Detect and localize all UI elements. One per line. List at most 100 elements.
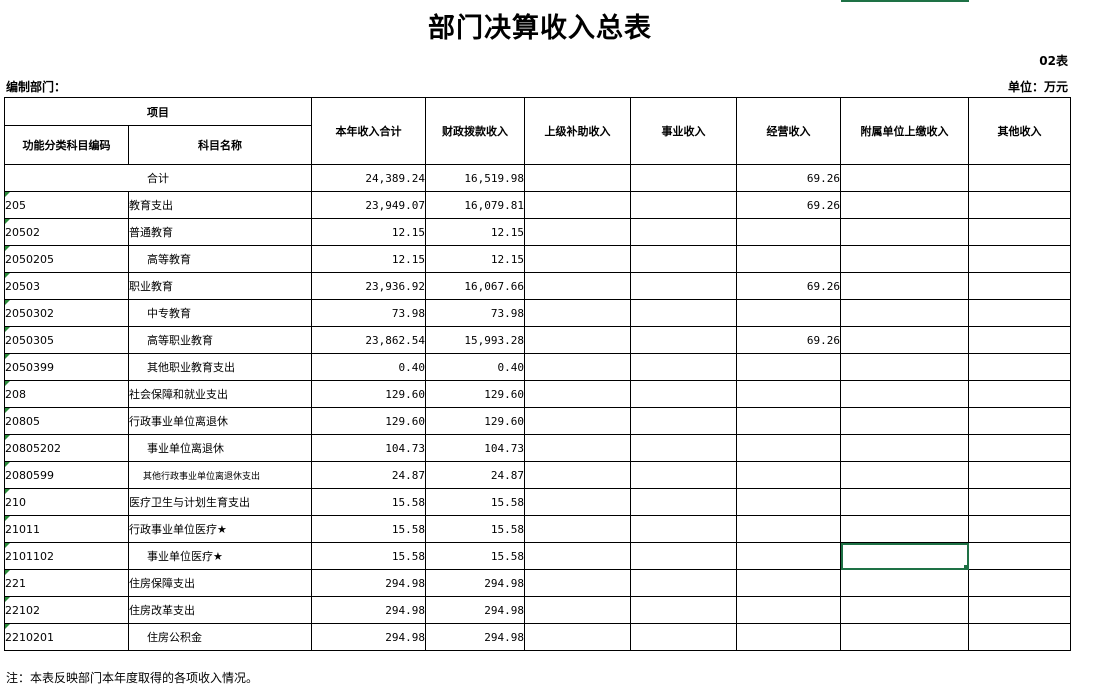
fiscal-cell[interactable]: 73.98 (425, 299, 525, 327)
operating-cell[interactable]: 69.26 (736, 191, 841, 219)
code-cell[interactable]: 20805 (4, 407, 129, 435)
name-cell[interactable]: 高等教育 (128, 245, 312, 273)
fiscal-cell[interactable]: 15,993.28 (425, 326, 525, 354)
fiscal-cell[interactable]: 15.58 (425, 542, 525, 570)
total-cell[interactable]: 23,949.07 (311, 191, 426, 219)
upper-cell[interactable] (524, 191, 631, 219)
operating-cell[interactable] (736, 218, 841, 246)
other-cell[interactable] (968, 434, 1071, 462)
upper-cell[interactable] (524, 245, 631, 273)
career-cell[interactable] (630, 407, 737, 435)
name-cell[interactable]: 其他职业教育支出 (128, 353, 312, 381)
total-cell[interactable]: 294.98 (311, 623, 426, 651)
name-cell[interactable]: 住房公积金 (128, 623, 312, 651)
affiliated-cell[interactable] (840, 353, 969, 381)
operating-cell[interactable] (736, 542, 841, 570)
upper-cell[interactable] (524, 164, 631, 192)
name-cell[interactable]: 中专教育 (128, 299, 312, 327)
career-cell[interactable] (630, 569, 737, 597)
other-cell[interactable] (968, 353, 1071, 381)
code-cell[interactable]: 20805202 (4, 434, 129, 462)
affiliated-cell[interactable] (840, 380, 969, 408)
total-cell[interactable]: 24.87 (311, 461, 426, 489)
career-cell[interactable] (630, 596, 737, 624)
career-cell[interactable] (630, 191, 737, 219)
fiscal-cell[interactable]: 24.87 (425, 461, 525, 489)
other-cell[interactable] (968, 380, 1071, 408)
upper-cell[interactable] (524, 272, 631, 300)
operating-cell[interactable] (736, 245, 841, 273)
operating-cell[interactable] (736, 299, 841, 327)
code-cell[interactable]: 2050205 (4, 245, 129, 273)
header-total[interactable]: 本年收入合计 (311, 97, 426, 165)
code-cell[interactable]: 20502 (4, 218, 129, 246)
other-cell[interactable] (968, 623, 1071, 651)
name-cell[interactable]: 社会保障和就业支出 (128, 380, 312, 408)
total-cell[interactable]: 23,862.54 (311, 326, 426, 354)
operating-cell[interactable] (736, 434, 841, 462)
fiscal-cell[interactable]: 294.98 (425, 569, 525, 597)
operating-cell[interactable]: 69.26 (736, 326, 841, 354)
career-cell[interactable] (630, 218, 737, 246)
total-cell[interactable]: 15.58 (311, 542, 426, 570)
code-cell[interactable]: 221 (4, 569, 129, 597)
fiscal-cell[interactable]: 0.40 (425, 353, 525, 381)
code-cell[interactable]: 2080599 (4, 461, 129, 489)
affiliated-cell[interactable] (840, 434, 969, 462)
fiscal-cell[interactable]: 294.98 (425, 596, 525, 624)
upper-cell[interactable] (524, 353, 631, 381)
career-cell[interactable] (630, 434, 737, 462)
career-cell[interactable] (630, 272, 737, 300)
affiliated-cell[interactable] (840, 326, 969, 354)
other-cell[interactable] (968, 596, 1071, 624)
active-cell[interactable] (840, 542, 969, 570)
total-label[interactable]: 合计 (4, 164, 312, 192)
header-operating[interactable]: 经营收入 (736, 97, 841, 165)
name-cell[interactable]: 事业单位离退休 (128, 434, 312, 462)
header-upper[interactable]: 上级补助收入 (524, 97, 631, 165)
career-cell[interactable] (630, 326, 737, 354)
upper-cell[interactable] (524, 542, 631, 570)
other-cell[interactable] (968, 542, 1071, 570)
other-cell[interactable] (968, 272, 1071, 300)
career-cell[interactable] (630, 515, 737, 543)
total-cell[interactable]: 12.15 (311, 245, 426, 273)
affiliated-cell[interactable] (840, 218, 969, 246)
other-cell[interactable] (968, 299, 1071, 327)
upper-cell[interactable] (524, 299, 631, 327)
fiscal-cell[interactable]: 294.98 (425, 623, 525, 651)
code-cell[interactable]: 21011 (4, 515, 129, 543)
code-cell[interactable]: 2101102 (4, 542, 129, 570)
code-cell[interactable]: 20503 (4, 272, 129, 300)
other-cell[interactable] (968, 326, 1071, 354)
total-cell[interactable]: 24,389.24 (311, 164, 426, 192)
total-cell[interactable]: 73.98 (311, 299, 426, 327)
other-cell[interactable] (968, 461, 1071, 489)
total-cell[interactable]: 12.15 (311, 218, 426, 246)
upper-cell[interactable] (524, 569, 631, 597)
other-cell[interactable] (968, 407, 1071, 435)
total-cell[interactable]: 294.98 (311, 596, 426, 624)
upper-cell[interactable] (524, 461, 631, 489)
name-cell[interactable]: 事业单位医疗★ (128, 542, 312, 570)
fiscal-cell[interactable]: 129.60 (425, 380, 525, 408)
upper-cell[interactable] (524, 596, 631, 624)
name-cell[interactable]: 教育支出 (128, 191, 312, 219)
code-cell[interactable]: 22102 (4, 596, 129, 624)
upper-cell[interactable] (524, 434, 631, 462)
operating-cell[interactable] (736, 353, 841, 381)
fiscal-cell[interactable]: 12.15 (425, 245, 525, 273)
upper-cell[interactable] (524, 218, 631, 246)
name-cell[interactable]: 住房保障支出 (128, 569, 312, 597)
code-cell[interactable]: 2050399 (4, 353, 129, 381)
upper-cell[interactable] (524, 488, 631, 516)
other-cell[interactable] (968, 515, 1071, 543)
header-item[interactable]: 项目 (4, 97, 312, 126)
affiliated-cell[interactable] (840, 164, 969, 192)
operating-cell[interactable] (736, 380, 841, 408)
total-cell[interactable]: 15.58 (311, 515, 426, 543)
affiliated-cell[interactable] (840, 569, 969, 597)
fiscal-cell[interactable]: 12.15 (425, 218, 525, 246)
fiscal-cell[interactable]: 16,079.81 (425, 191, 525, 219)
fiscal-cell[interactable]: 16,067.66 (425, 272, 525, 300)
